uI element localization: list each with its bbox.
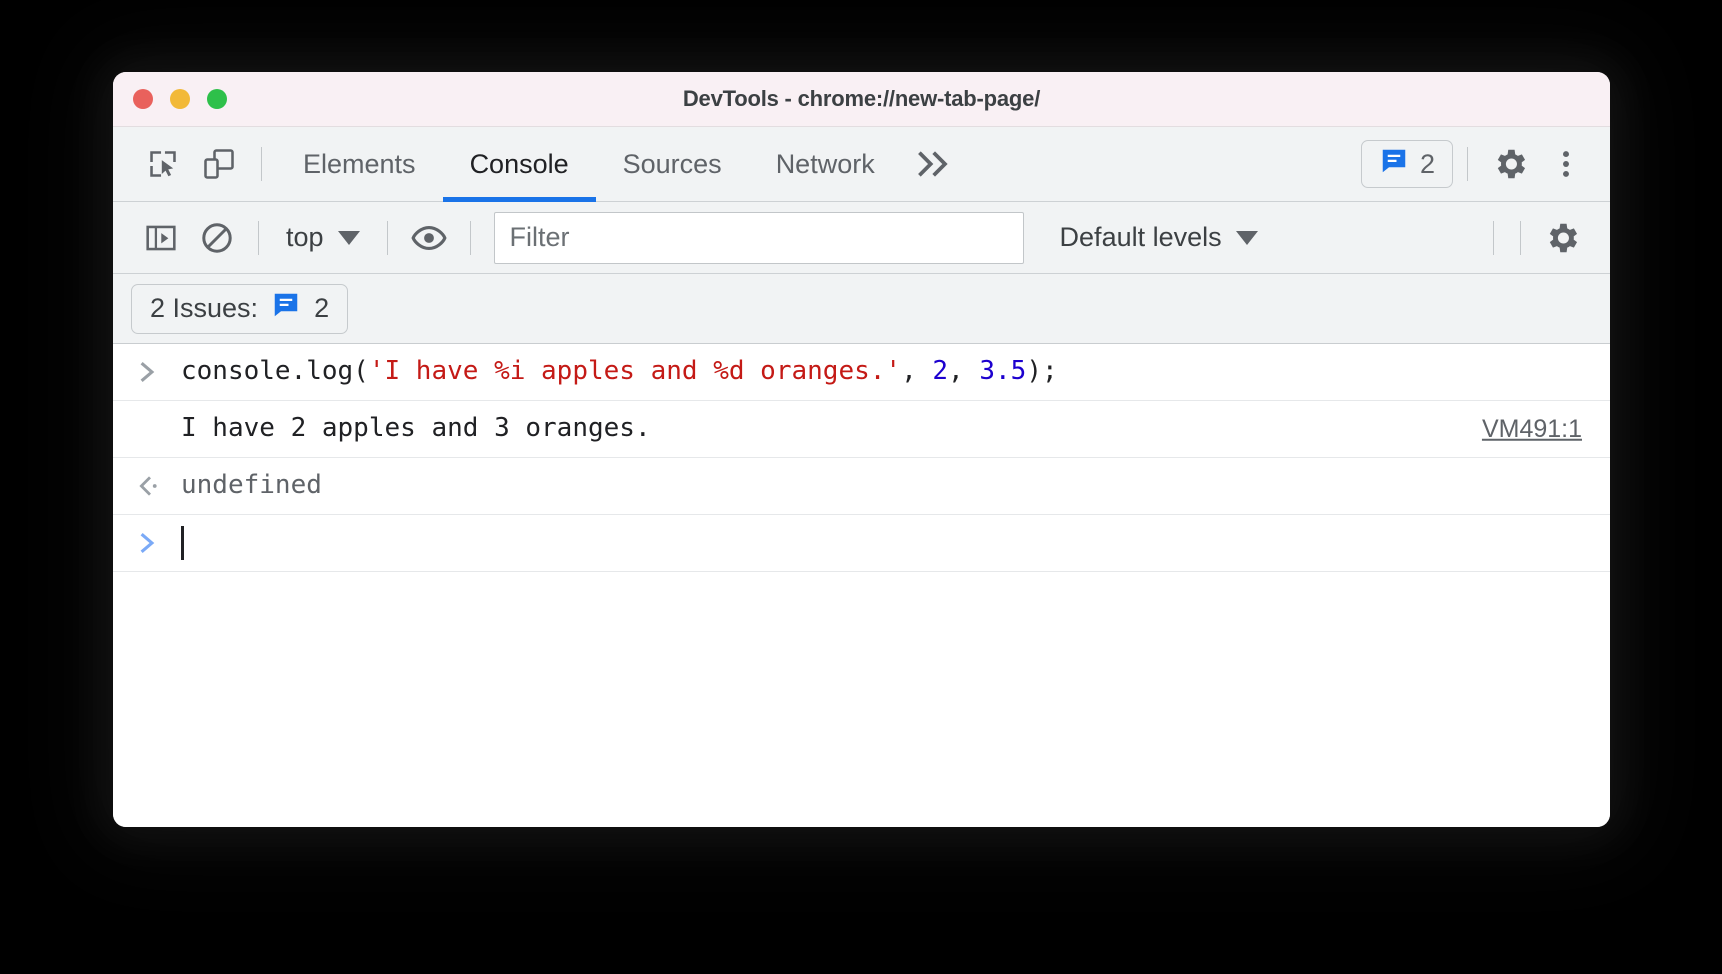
tab-console-label: Console xyxy=(469,148,569,179)
result-arrow-icon xyxy=(135,473,181,499)
tabbar-divider xyxy=(261,147,262,181)
tab-network[interactable]: Network xyxy=(749,127,902,202)
console-sidebar-icon[interactable] xyxy=(133,212,189,264)
chevron-down-icon xyxy=(337,230,360,245)
devtools-window: DevTools - chrome://new-tab-page/ Elemen… xyxy=(113,72,1610,827)
clear-console-icon[interactable] xyxy=(189,212,245,264)
issue-speech-bubble-icon xyxy=(271,290,301,327)
devtools-tab-bar: Elements Console Sources Network 2 xyxy=(113,127,1610,202)
console-output-row: I have 2 apples and 3 oranges. VM491:1 xyxy=(113,401,1610,458)
execution-context-selector[interactable]: top xyxy=(272,213,374,263)
issues-banner: 2 Issues: 2 xyxy=(113,274,1610,344)
tab-elements[interactable]: Elements xyxy=(276,127,443,202)
screenshot-root: DevTools - chrome://new-tab-page/ Elemen… xyxy=(0,0,1722,974)
console-toolbar-right-controls xyxy=(1480,212,1610,264)
window-title-bar: DevTools - chrome://new-tab-page/ xyxy=(113,72,1610,127)
issues-banner-count: 2 xyxy=(314,293,330,323)
three-dot-menu-icon[interactable] xyxy=(1538,136,1594,192)
console-input-code: console.log('I have %i apples and %d ora… xyxy=(181,354,1058,390)
console-toolbar-divider-1 xyxy=(258,220,259,255)
code-token-number: 2 xyxy=(932,356,949,387)
log-level-selector[interactable]: Default levels xyxy=(1046,213,1272,263)
code-token-plain: , xyxy=(901,356,933,387)
console-message-list[interactable]: console.log('I have %i apples and %d ora… xyxy=(113,344,1610,827)
minimize-window-button[interactable] xyxy=(170,89,190,109)
chevron-down-icon xyxy=(1235,230,1258,245)
console-toolbar: top Default levels xyxy=(113,202,1610,274)
tab-sources[interactable]: Sources xyxy=(596,127,749,202)
inspect-element-icon[interactable] xyxy=(135,136,191,192)
more-tabs-chevron-icon[interactable] xyxy=(902,133,968,195)
gear-icon[interactable] xyxy=(1482,136,1538,192)
live-expression-icon[interactable] xyxy=(401,212,457,264)
console-result-row: undefined xyxy=(113,458,1610,515)
text-cursor xyxy=(181,526,184,560)
maximize-window-button[interactable] xyxy=(207,89,227,109)
console-toolbar-divider-5 xyxy=(1520,220,1521,255)
code-token-plain: , xyxy=(948,356,980,387)
filter-input[interactable] xyxy=(493,211,1024,264)
console-settings-gear-icon[interactable] xyxy=(1534,212,1590,264)
console-output-text: I have 2 apples and 3 oranges. xyxy=(181,413,651,444)
prompt-chevron-icon xyxy=(135,530,181,556)
tabbar-right-divider xyxy=(1467,147,1468,181)
issues-banner-button[interactable]: 2 Issues: 2 xyxy=(131,283,349,334)
code-token-string: 'I have %i apples and %d oranges.' xyxy=(368,356,902,387)
code-token-plain: ); xyxy=(1026,356,1058,387)
console-prompt-row[interactable] xyxy=(113,515,1610,572)
close-window-button[interactable] xyxy=(133,89,153,109)
issue-speech-bubble-icon xyxy=(1379,146,1409,183)
issues-count-label: 2 xyxy=(1419,148,1435,179)
device-toolbar-icon[interactable] xyxy=(191,136,247,192)
source-location-link[interactable]: VM491:1 xyxy=(1482,412,1582,447)
console-result-text: undefined xyxy=(181,470,322,501)
tab-console[interactable]: Console xyxy=(442,127,596,202)
issues-counter-button[interactable]: 2 xyxy=(1360,140,1453,188)
input-chevron-icon xyxy=(135,359,181,385)
console-toolbar-divider-2 xyxy=(386,220,388,255)
issues-banner-label: 2 Issues: xyxy=(150,293,259,323)
code-token-plain: console.log( xyxy=(181,356,369,387)
log-level-label: Default levels xyxy=(1059,222,1222,252)
code-token-number: 3.5 xyxy=(979,356,1027,387)
tabbar-right-controls: 2 xyxy=(1360,136,1610,192)
window-title: DevTools - chrome://new-tab-page/ xyxy=(682,86,1041,111)
traffic-light-controls xyxy=(113,89,227,109)
tab-elements-label: Elements xyxy=(303,148,416,179)
tab-sources-label: Sources xyxy=(622,148,722,179)
console-toolbar-divider-4 xyxy=(1493,220,1494,255)
tab-network-label: Network xyxy=(775,148,875,179)
execution-context-label: top xyxy=(286,222,324,252)
console-toolbar-divider-3 xyxy=(469,220,471,255)
console-input-row[interactable]: console.log('I have %i apples and %d ora… xyxy=(113,344,1610,401)
